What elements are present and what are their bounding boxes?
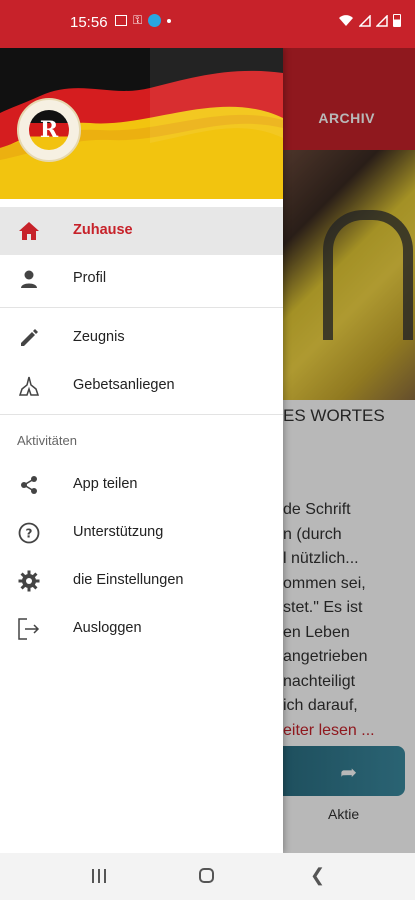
system-navigation-bar: ❮ [0, 853, 415, 900]
drawer-item-unterstuetzung[interactable]: ? Unterstützung [0, 509, 283, 557]
logo-letter: R [29, 110, 69, 150]
drawer-menu: Zuhause Profil Zeugnis Gebetsanliegen Ak… [0, 207, 283, 653]
drawer-item-label: Profil [73, 270, 107, 286]
drawer-item-label: die Einstellungen [73, 572, 184, 588]
navigation-drawer: R Zuhause Profil Zeugnis Gebetsanliegen … [0, 48, 283, 853]
status-notification-icons: ⚿ [115, 13, 172, 28]
gear-icon [17, 569, 41, 593]
drawer-item-label: Ausloggen [73, 620, 142, 636]
recent-apps-button[interactable] [92, 869, 106, 883]
drawer-item-label: Gebetsanliegen [73, 377, 175, 393]
back-button[interactable]: ❮ [310, 865, 325, 886]
drawer-item-label: Zeugnis [73, 329, 125, 345]
drawer-item-label: Unterstützung [73, 524, 164, 540]
status-bar: 15:56 ⚿ [0, 0, 415, 48]
home-button[interactable] [199, 868, 214, 883]
section-title: Aktivitäten [17, 433, 77, 448]
drawer-header: R [0, 48, 283, 199]
app-logo: R [17, 98, 81, 162]
drawer-item-profil[interactable]: Profil [0, 255, 283, 303]
help-icon: ? [17, 521, 41, 545]
logout-icon [17, 617, 41, 641]
status-system-icons [338, 14, 401, 27]
svg-text:?: ? [26, 527, 33, 541]
drawer-item-gebetsanliegen[interactable]: Gebetsanliegen [0, 362, 283, 410]
share-icon [17, 473, 41, 497]
signal-icon [359, 14, 371, 27]
person-icon [17, 267, 41, 291]
wifi-icon [339, 15, 353, 26]
image-icon [115, 15, 127, 26]
section-header-activities: Aktivitäten [0, 415, 283, 461]
drawer-item-zuhause[interactable]: Zuhause [0, 207, 283, 255]
praying-hands-icon [17, 374, 41, 398]
drawer-item-label: App teilen [73, 476, 138, 492]
messenger-icon [148, 14, 162, 27]
more-dot-icon [167, 18, 172, 23]
drawer-item-label: Zuhause [73, 222, 133, 238]
drawer-item-zeugnis[interactable]: Zeugnis [0, 314, 283, 362]
drawer-item-app-teilen[interactable]: App teilen [0, 461, 283, 509]
drawer-item-ausloggen[interactable]: Ausloggen [0, 605, 283, 653]
status-time: 15:56 [70, 14, 108, 31]
drawer-item-einstellungen[interactable]: die Einstellungen [0, 557, 283, 605]
key-icon: ⚿ [133, 13, 143, 27]
home-icon [17, 219, 41, 243]
battery-icon [393, 14, 401, 27]
signal2-icon [376, 14, 388, 27]
pencil-icon [17, 326, 41, 350]
